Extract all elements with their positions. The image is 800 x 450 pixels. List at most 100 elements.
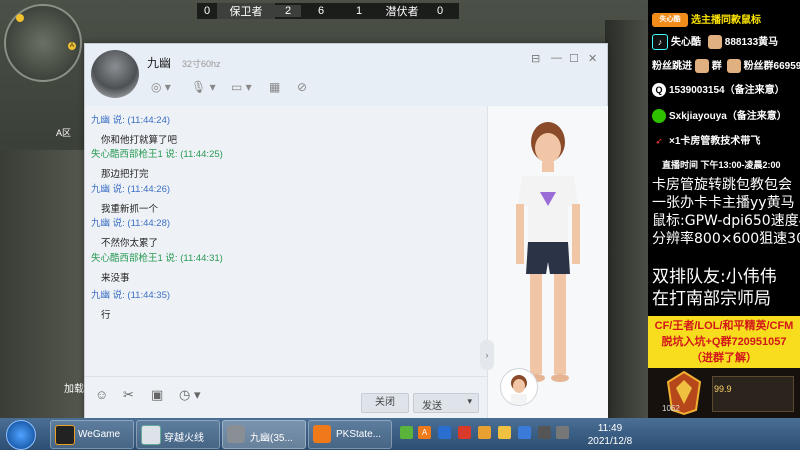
stream-info-panel: 失心酷 选主播同款鼠标 ♪ 失心酷 888133黄马 粉丝跳进 群 粉丝群66959… bbox=[648, 0, 800, 418]
tray-icon[interactable] bbox=[438, 426, 451, 439]
clock[interactable]: 11:49 2021/12/8 bbox=[580, 422, 640, 448]
image-icon[interactable]: ▣ bbox=[151, 387, 163, 403]
wegame-icon bbox=[55, 425, 75, 445]
send-options-chevron-icon[interactable]: ▾ bbox=[467, 396, 472, 407]
history-icon[interactable]: ◷ ▾ bbox=[179, 387, 200, 403]
info-line-3: 鼠标:GPW-dpi650速度4 bbox=[652, 213, 800, 229]
maximize-button[interactable]: ☐ bbox=[569, 52, 579, 65]
tray-icon[interactable] bbox=[478, 426, 491, 439]
message-item: 九幽 说: (11:44:28) 不然你太累了 bbox=[91, 215, 170, 249]
ad-line-2: 脱坑入坑+Q群720951057 bbox=[661, 336, 787, 348]
tray-icon[interactable] bbox=[518, 426, 531, 439]
qq-number: 1539003154（备注来意） bbox=[669, 85, 785, 96]
ad-banner: CF/王者/LOL/和平精英/CFM 脱坑入坑+Q群720951057 （进群了… bbox=[648, 316, 800, 370]
fan-icon bbox=[726, 59, 741, 74]
pin-window-icon[interactable]: ⊟ bbox=[531, 52, 540, 65]
promo-row: ➶ ×1卡房管教技术带飞 bbox=[652, 132, 760, 148]
info-line-1: 卡房管旋转跳包教包会 bbox=[652, 177, 792, 193]
network-icon[interactable] bbox=[538, 426, 551, 439]
brand-badge-icon: 失心酷 bbox=[652, 13, 688, 28]
taskbar-item-crossfire[interactable]: 穿越火线 bbox=[136, 420, 220, 449]
message-item: 九幽 说: (11:44:35) 行 bbox=[91, 287, 170, 321]
rank-card: 99.9 1062 bbox=[648, 368, 800, 418]
minimap-marker bbox=[16, 14, 24, 22]
message-text: 你和他打就算了吧 bbox=[101, 135, 178, 146]
info-line-4: 分辨率800×600狙速30 bbox=[652, 231, 800, 247]
ad-line-1: CF/王者/LOL/和平精英/CFM bbox=[654, 320, 794, 332]
yy-id: 888133黄马 bbox=[724, 37, 779, 48]
message-text: 来没事 bbox=[101, 273, 130, 284]
contact-avatar[interactable] bbox=[91, 50, 139, 98]
social-row-2: 粉丝跳进 群 粉丝群6695903 bbox=[652, 57, 800, 74]
rocket-icon: ➶ bbox=[655, 136, 663, 147]
message-sender: 九幽 说: (11:44:35) bbox=[91, 290, 171, 301]
stream-time: 直播时间 下午13:00-凌晨2:00 bbox=[662, 160, 781, 170]
left-rounds: 2 bbox=[275, 5, 301, 17]
crossfire-icon bbox=[141, 425, 161, 445]
screenshot-scissors-icon[interactable]: ✂ bbox=[123, 387, 134, 403]
remote-desktop-icon[interactable]: ▦ bbox=[269, 80, 280, 94]
promo-text: ×1卡房管教技术带飞 bbox=[669, 136, 761, 147]
taskbar-item-chat[interactable]: 九幽(35... bbox=[222, 420, 306, 449]
taskbar-item-label: PKState... bbox=[336, 429, 382, 440]
qq-row: Q 1539003154（备注来意） bbox=[652, 81, 785, 98]
message-sender: 失心酷西部枪王1 说: (11:44:31) bbox=[91, 253, 223, 264]
message-item: 九幽 说: (11:44:26) 我重新抓一个 bbox=[91, 181, 170, 215]
minimap-pin-a: A bbox=[68, 42, 76, 50]
taskbar-item-label: 穿越火线 bbox=[164, 433, 204, 444]
douyin-name: 失心酷 bbox=[671, 37, 701, 48]
share-screen-icon[interactable]: ▭ ▾ bbox=[231, 80, 252, 94]
mini-avatar[interactable] bbox=[500, 368, 538, 406]
message-item: 失心酷西部枪王1 说: (11:44:31) 来没事 bbox=[91, 250, 223, 284]
emoji-icon[interactable]: ☺ bbox=[95, 387, 108, 402]
volume-icon[interactable] bbox=[556, 426, 569, 439]
left-kills: 0 bbox=[203, 5, 211, 17]
taskbar-item-pkstate[interactable]: PKState... bbox=[308, 420, 392, 449]
ad-line-3: （进群了解） bbox=[691, 352, 757, 364]
message-sender: 九幽 说: (11:44:24) bbox=[91, 115, 171, 126]
qq-icon: Q bbox=[652, 83, 666, 98]
voice-call-icon[interactable]: 🎙 ▾ bbox=[191, 80, 216, 94]
minimize-button[interactable]: — bbox=[551, 52, 562, 64]
wechat-row: Sxkjiayouya（备注来意） bbox=[652, 107, 787, 124]
wechat-id: Sxkjiayouya（备注来意） bbox=[669, 111, 787, 122]
message-sender: 失心酷西部枪王1 说: (11:44:25) bbox=[91, 149, 223, 160]
tray-icon[interactable] bbox=[498, 426, 511, 439]
taskbar-item-wegame[interactable]: WeGame bbox=[50, 420, 134, 449]
close-chat-button[interactable]: 关闭 bbox=[361, 393, 409, 413]
message-text: 行 bbox=[101, 310, 111, 321]
rank-percent: 99.9 bbox=[714, 384, 732, 394]
block-icon[interactable]: ⊘ bbox=[297, 80, 307, 94]
yy-icon bbox=[707, 35, 722, 50]
area-label: A区 bbox=[56, 128, 72, 138]
right-team-name: 潜伏者 bbox=[385, 6, 419, 18]
douyin-icon: ♪ bbox=[652, 34, 668, 51]
mouse-promo-text: 选主播同款鼠标 bbox=[691, 15, 761, 26]
tray-icon[interactable]: A bbox=[418, 426, 431, 439]
message-item: 九幽 说: (11:44:24) 你和他打就算了吧 bbox=[91, 112, 177, 146]
contact-name[interactable]: 九幽 bbox=[147, 54, 171, 71]
chat-header[interactable]: 九幽 32寸60hz ◎ ▾ 🎙 ▾ ▭ ▾ ▦ ⊘ ⊟ — ☐ ✕ bbox=[85, 44, 607, 106]
info-line-2: 一张办卡卡主播yy黄马 bbox=[652, 195, 795, 211]
message-text: 我重新抓一个 bbox=[101, 204, 159, 215]
tray-icon[interactable] bbox=[400, 426, 413, 439]
right-kills: 0 bbox=[436, 5, 444, 17]
social-row-1: ♪ 失心酷 888133黄马 bbox=[652, 33, 779, 51]
game-wall bbox=[0, 150, 85, 418]
message-list[interactable]: 九幽 说: (11:44:24) 你和他打就算了吧 失心酷西部枪王1 说: (1… bbox=[85, 106, 487, 376]
message-sender: 九幽 说: (11:44:28) bbox=[91, 218, 171, 229]
chat-window[interactable]: 九幽 32寸60hz ◎ ▾ 🎙 ▾ ▭ ▾ ▦ ⊘ ⊟ — ☐ ✕ 九幽 说:… bbox=[84, 43, 608, 419]
rank-number: 1062 bbox=[662, 404, 680, 413]
send-button[interactable]: 发送 ▾ bbox=[413, 393, 479, 413]
send-button-label: 发送 bbox=[422, 401, 442, 412]
start-button[interactable] bbox=[6, 420, 36, 450]
rank-info-text: 在打南部宗师局 bbox=[652, 289, 771, 309]
score-mid-a: 6 bbox=[317, 5, 325, 17]
message-sender: 九幽 说: (11:44:26) bbox=[91, 184, 171, 195]
avatar-figure bbox=[516, 122, 580, 382]
clock-date: 2021/12/8 bbox=[587, 436, 633, 447]
collapse-panel-handle[interactable]: › bbox=[480, 340, 494, 370]
close-window-button[interactable]: ✕ bbox=[588, 52, 597, 65]
tray-icon[interactable] bbox=[458, 426, 471, 439]
video-call-icon[interactable]: ◎ ▾ bbox=[151, 80, 171, 94]
